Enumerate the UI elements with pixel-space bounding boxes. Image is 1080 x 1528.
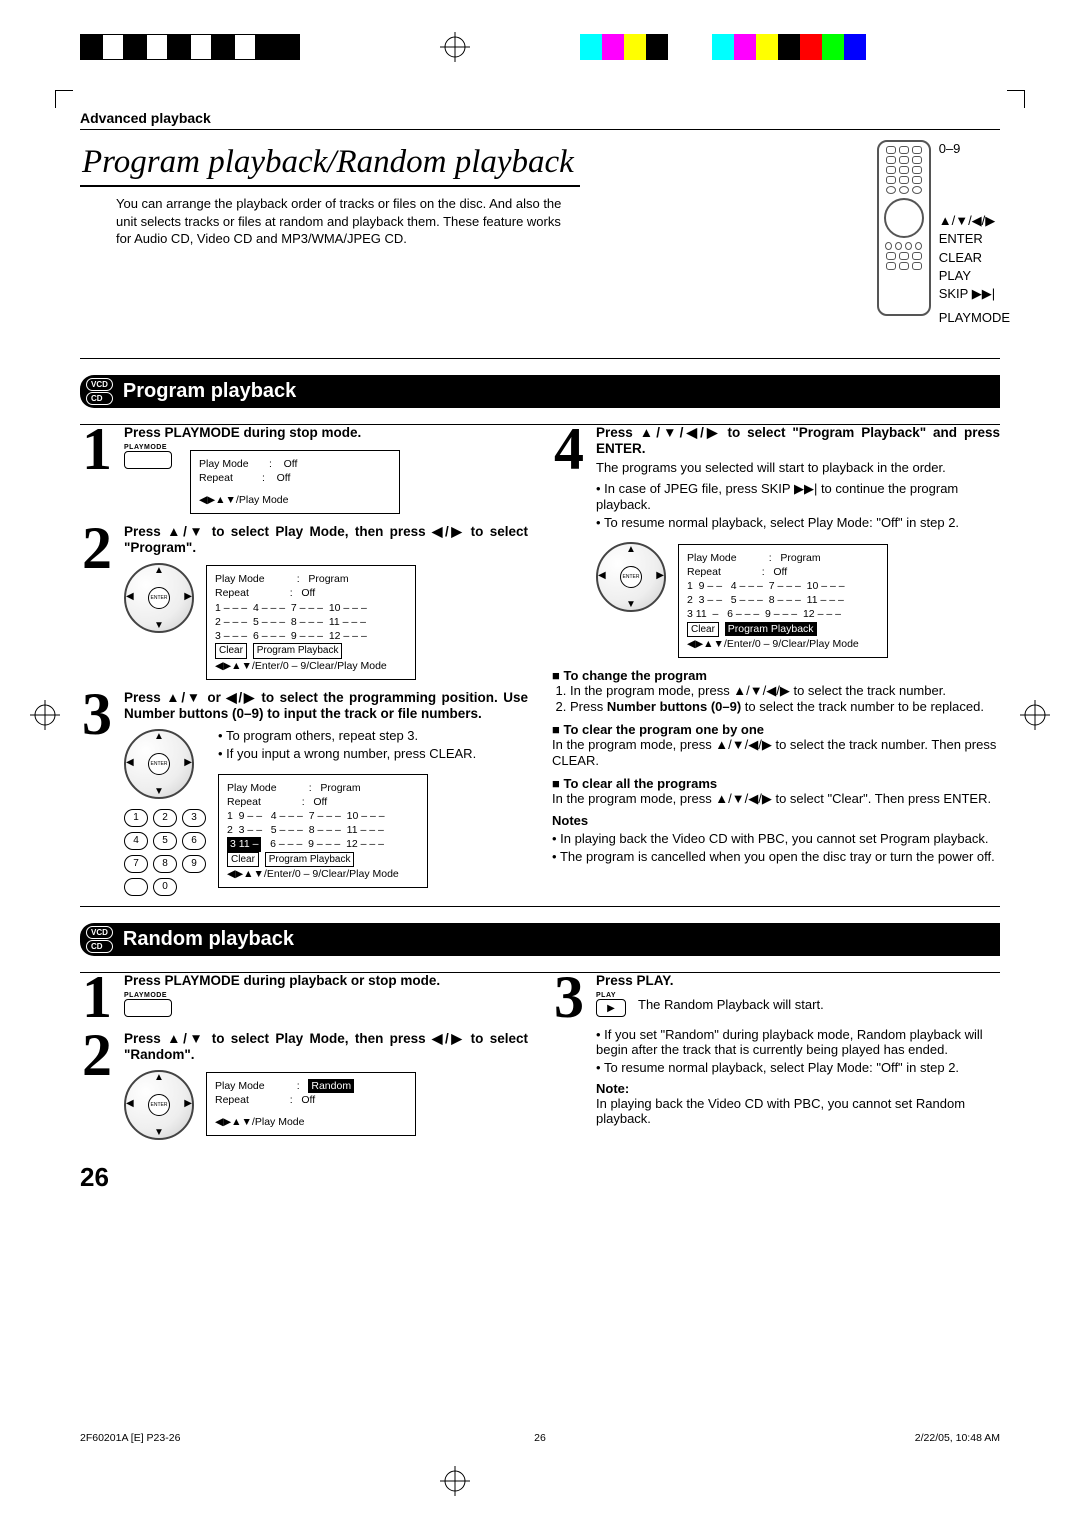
band-title: Program playback [123,380,296,403]
rand-step3-body: The Random Playback will start. [638,997,824,1012]
intro-text: You can arrange the playback order of tr… [116,195,576,248]
registration-mark-top [440,32,470,62]
rand-bullet: If you set "Random" during playback mode… [596,1027,1000,1057]
footer-right: 2/22/05, 10:48 AM [915,1432,1000,1444]
registration-mark-bottom [440,1466,470,1496]
remote-label: PLAYMODE [939,309,1010,327]
playmode-label: PLAYMODE [124,444,172,451]
osd-step4: Play Mode : Program Repeat : Off 1 9 – –… [678,544,888,659]
playmode-label: PLAYMODE [124,992,528,999]
dpad-illustration: ENTER ▲▼◀▶ [124,563,194,633]
list-item: In the program mode, press ▲/▼/◀/▶ to se… [570,683,1000,699]
dpad-illustration: ENTER ▲▼◀▶ [124,1070,194,1140]
rand-step2-title: Press ▲/▼ to select Play Mode, then pres… [124,1031,528,1062]
osd-step1: Play Mode : Off Repeat : Off ◀▶▲▼/Play M… [190,450,400,515]
band-title: Random playback [123,928,294,951]
remote-labels: 0–9 ▲/▼/◀/▶ ENTER CLEAR PLAY SKIP ▶▶| PL… [939,140,1010,327]
cd-badge: CD [86,392,113,405]
osd-step3: Play Mode : Program Repeat : Off 1 9 – –… [218,774,428,889]
printer-colorbar-left [80,34,300,60]
note-item: In playing back the Video CD with PBC, y… [552,831,1000,846]
rand-step-2: 2 [80,1031,114,1140]
step-number-3: 3 [80,690,114,896]
step4-body: The programs you selected will start to … [596,460,1000,475]
section-header: Advanced playback [80,110,1000,130]
footer-left: 2F60201A [E] P23-26 [80,1432,180,1444]
cd-badge: CD [86,940,113,953]
step4-bullet: In case of JPEG file, press SKIP ▶▶| to … [596,481,1000,512]
page-title: Program playback/Random playback [80,142,580,187]
vcd-badge: VCD [86,926,113,939]
step3-bullet: To program others, repeat step 3. [218,728,476,743]
dpad-illustration: ENTER ▲▼◀▶ [596,542,666,612]
rand-bullet: To resume normal playback, select Play M… [596,1060,1000,1075]
footer-mid: 26 [534,1432,546,1444]
rand-step3-title: Press PLAY. [596,973,1000,988]
clear-all-text: In the program mode, press ▲/▼/◀/▶ to se… [552,791,1000,807]
step3-title: Press ▲/▼ or ◀/▶ to select the programmi… [124,690,528,721]
remote-illustration [877,140,931,316]
playmode-button-icon [124,999,172,1017]
remote-label: SKIP ▶▶| [939,285,1010,303]
note-title: Note: [596,1081,1000,1096]
page-number: 26 [80,1162,1000,1193]
notes-title: Notes [552,813,1000,828]
subhead-clear-one: To clear the program one by one [552,722,1000,737]
list-item: Press Number buttons (0–9) to select the… [570,699,1000,714]
step-number-1: 1 [80,425,114,515]
osd-rand-step2: Play Mode : Random Repeat : Off ◀▶▲▼/Pla… [206,1072,416,1137]
remote-label: CLEAR [939,249,1010,267]
remote-label: 0–9 [939,140,1010,158]
printer-colorbar-right [580,34,866,60]
step4-bullet: To resume normal playback, select Play M… [596,515,1000,530]
step-number-2: 2 [80,524,114,680]
osd-step2: Play Mode : Program Repeat : Off 1 – – –… [206,565,416,680]
section-band-random: VCD CD Random playback [80,923,1000,956]
remote-label: ENTER [939,230,1010,248]
note-item: The program is cancelled when you open t… [552,849,1000,864]
clear-one-text: In the program mode, press ▲/▼/◀/▶ to se… [552,737,1000,768]
play-label: PLAY [596,992,626,999]
registration-mark-left [30,700,60,733]
registration-mark-right [1020,700,1050,733]
subhead-change: To change the program [552,668,1000,683]
playmode-button-icon [124,451,172,469]
subhead-clear-all: To clear all the programs [552,776,1000,791]
step1-title: Press PLAYMODE during stop mode. [124,425,528,440]
step2-title: Press ▲/▼ to select Play Mode, then pres… [124,524,528,555]
play-button-icon: ▶ [596,999,626,1017]
step3-bullet: If you input a wrong number, press CLEAR… [218,746,476,761]
step-number-4: 4 [552,425,586,659]
vcd-badge: VCD [86,378,113,391]
rand-step1-title: Press PLAYMODE during playback or stop m… [124,973,528,988]
remote-label: PLAY [939,267,1010,285]
rand-step-1: 1 [80,973,114,1021]
section-band-program: VCD CD Program playback [80,375,1000,408]
rand-step-3: 3 [552,973,586,1127]
remote-label: ▲/▼/◀/▶ [939,212,1010,230]
number-pad-illustration: 123 456 789 0 [124,809,206,896]
note-body: In playing back the Video CD with PBC, y… [596,1096,1000,1126]
step4-title: Press ▲/▼/◀/▶ to select "Program Playbac… [596,425,1000,456]
dpad-illustration: ENTER ▲▼◀▶ [124,729,194,799]
